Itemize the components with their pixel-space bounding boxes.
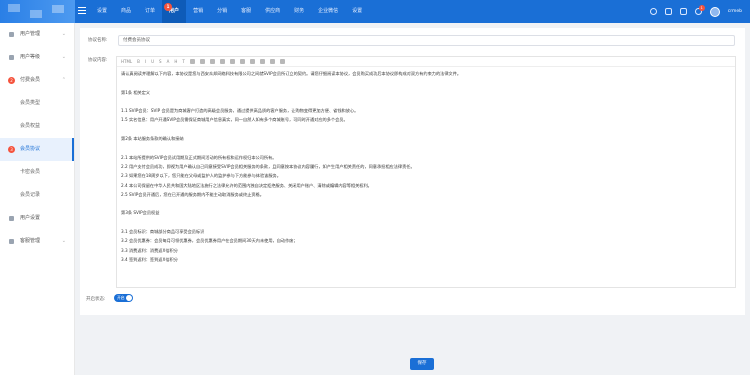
fullscreen-icon[interactable] xyxy=(279,59,285,64)
nav-item-orders[interactable]: 订单 xyxy=(138,0,162,23)
logo-block xyxy=(30,10,42,18)
html-button[interactable]: HTML xyxy=(121,59,132,64)
toggle-knob xyxy=(126,295,132,301)
chevron-down-icon: ⌄ xyxy=(61,31,66,37)
underline-button[interactable]: U xyxy=(151,59,154,64)
strike-button[interactable]: S xyxy=(159,59,162,64)
undo-icon[interactable] xyxy=(259,59,265,64)
content-label: 协议内容: xyxy=(88,58,108,63)
main-nav: 设置 商品 订单 1 用户 营销 分销 客服 供应商 财务 企业微信 设置 xyxy=(90,0,369,23)
nav-item-users[interactable]: 1 用户 xyxy=(162,0,187,23)
search-icon[interactable] xyxy=(649,8,657,15)
logo-block xyxy=(8,4,20,12)
sidebar-item-user-management[interactable]: 用户管理 ⌄ xyxy=(0,23,74,46)
sidebar-badge: 2 xyxy=(8,77,15,84)
top-navbar: 设置 商品 订单 1 用户 营销 分销 客服 供应商 财务 企业微信 设置 1 … xyxy=(0,0,750,23)
section-heading: 第2条 本站服务条款的确认和接纳 xyxy=(121,136,184,142)
video-icon[interactable] xyxy=(229,59,235,64)
bold-button[interactable]: B xyxy=(137,59,140,64)
align-icon[interactable] xyxy=(199,59,205,64)
title-label: 协议名称: xyxy=(88,38,108,43)
status-label: 开启状态: xyxy=(86,297,106,302)
sidebar-item-user-level[interactable]: 用户等级 ⌄ xyxy=(0,46,74,69)
text-line: 3.4 签到返利：签到返X倍积分 xyxy=(121,256,178,262)
nav-item-service[interactable]: 客服 xyxy=(234,0,258,23)
code-icon[interactable] xyxy=(249,59,255,64)
text-line: 请认真阅读并理解以下内容，本协议是您与西安众邦网络科技有限公司之间就SVIP会员… xyxy=(121,71,462,76)
section-heading: 第1条 相关定义 xyxy=(121,89,151,95)
avatar[interactable] xyxy=(709,6,720,17)
nav-item-distribution[interactable]: 分销 xyxy=(210,0,234,23)
section-heading: 第3条 SVIP会员权益 xyxy=(121,210,160,216)
status-toggle[interactable]: 开启 xyxy=(114,294,133,302)
text-line: 3.3 消费返利：消费返X倍积分 xyxy=(121,247,178,253)
settings-icon xyxy=(9,216,14,221)
heading-button[interactable]: H xyxy=(174,59,177,64)
text-line: 1.5 实名信息：用户开通SVIP会员需保证商城用户信息真实，同一自然人如有多个… xyxy=(121,117,348,123)
editor-toolbar: HTML B I U S A H T xyxy=(117,57,735,67)
sidebar-item-member-rights[interactable]: 会员权益 xyxy=(0,115,74,138)
text-line: 2.4 本公司保留在中华人民共和国大陆地区法施行之法律允许的范围内独自决定拒绝服… xyxy=(121,182,372,188)
rich-text-editor[interactable]: HTML B I U S A H T 请认真阅读并理解以下内容，本协议是您与西安… xyxy=(116,56,736,288)
image-icon[interactable] xyxy=(219,59,225,64)
text-line: 2.5 SVIP会员开通后，您在已开通的服务期内不能主动取消服务或终止资格。 xyxy=(121,191,264,197)
header-actions: 1 crmeb xyxy=(649,0,742,23)
agreement-title-input[interactable]: 付费会员协议 xyxy=(118,35,735,46)
list-icon[interactable] xyxy=(189,59,195,64)
sidebar: 用户管理 ⌄ 用户等级 ⌄ 2 付费会员 ⌃ 会员类型 会员权益 3 会员协议 … xyxy=(0,23,75,375)
text-line: 2.1 本站所提供的SVIP会员试用期及正式期间活动的所有权和运作权归本公司所有… xyxy=(121,154,277,160)
fullscreen-icon[interactable] xyxy=(679,8,687,15)
service-icon xyxy=(9,239,14,244)
chevron-down-icon: ⌄ xyxy=(61,238,66,244)
nav-item-marketing[interactable]: 营销 xyxy=(186,0,210,23)
logo-block xyxy=(52,5,64,13)
italic-button[interactable]: I xyxy=(145,59,146,64)
sidebar-item-paid-member[interactable]: 2 付费会员 ⌃ xyxy=(0,69,74,92)
sidebar-item-label: 用户管理 xyxy=(20,31,41,37)
bell-icon[interactable]: 1 xyxy=(694,5,705,15)
notification-badge: 1 xyxy=(698,5,705,11)
sidebar-item-member-type[interactable]: 会员类型 xyxy=(0,92,74,115)
nav-item-finance[interactable]: 财务 xyxy=(287,0,311,23)
text-line: 3.1 会员标识：商城部分商品可享受会员标识 xyxy=(121,229,205,235)
chevron-down-icon: ⌄ xyxy=(61,54,66,60)
sidebar-badge: 3 xyxy=(8,146,15,153)
save-button[interactable]: 保存 xyxy=(410,358,434,370)
nav-item-wechat[interactable]: 企业微信 xyxy=(311,0,345,23)
user-name[interactable]: crmeb xyxy=(728,9,742,14)
nav-item-setting[interactable]: 设置 xyxy=(90,0,114,23)
sidebar-item-member-record[interactable]: 会员记录 xyxy=(0,184,74,207)
text-line: 2.3 如果您在18周岁以下，您只能在父母或监护人的监护参与下方能参与体验该服务… xyxy=(121,173,281,179)
refresh-icon[interactable] xyxy=(664,8,672,15)
logo[interactable] xyxy=(0,0,75,23)
text-line: 2.2 用户支付会员成功，即视为用户确认自己同意接受SVIP会员相关服务的条款，… xyxy=(121,163,415,169)
text-line: 1.1 SVIP会员：SVIP 会员是为商城客户打造的高级会员服务，通过提供高品… xyxy=(121,108,359,114)
nav-item-supplier[interactable]: 供应商 xyxy=(258,0,287,23)
sidebar-item-label: 用户等级 xyxy=(20,54,41,60)
sidebar-item-user-settings[interactable]: 用户设置 xyxy=(0,207,74,230)
nav-item-products[interactable]: 商品 xyxy=(114,0,138,23)
sidebar-item-label: 会员协议 xyxy=(20,146,41,152)
font-size-button[interactable]: T xyxy=(182,59,184,64)
sidebar-item-label: 客服管理 xyxy=(20,238,41,244)
agreement-text[interactable]: 请认真阅读并理解以下内容，本协议是您与西安众邦网络科技有限公司之间就SVIP会员… xyxy=(121,69,731,286)
nav-item-settings[interactable]: 设置 xyxy=(345,0,369,23)
text-line: 3.2 会员优惠券：会员每月可领优惠券，会员优惠券用户在会员期间30天内未使用，… xyxy=(121,238,298,244)
table-icon[interactable] xyxy=(239,59,245,64)
menu-toggle-icon[interactable] xyxy=(78,7,86,15)
sidebar-item-member-agreement[interactable]: 3 会员协议 xyxy=(0,138,74,161)
level-icon xyxy=(9,55,14,60)
redo-icon[interactable] xyxy=(269,59,275,64)
sidebar-item-label: 付费会员 xyxy=(20,77,41,83)
link-icon[interactable] xyxy=(209,59,215,64)
sidebar-item-label: 用户设置 xyxy=(20,215,41,221)
toggle-label: 开启 xyxy=(117,295,125,300)
font-color-button[interactable]: A xyxy=(167,59,170,64)
main-content: 协议名称: 付费会员协议 协议内容: HTML B I U S A H T 请认… xyxy=(80,28,745,315)
sidebar-item-card-member[interactable]: 卡密会员 xyxy=(0,161,74,184)
chevron-up-icon: ⌃ xyxy=(61,77,66,83)
user-icon xyxy=(9,32,14,37)
nav-badge: 1 xyxy=(164,3,173,11)
sidebar-item-service-management[interactable]: 客服管理 ⌄ xyxy=(0,230,74,253)
